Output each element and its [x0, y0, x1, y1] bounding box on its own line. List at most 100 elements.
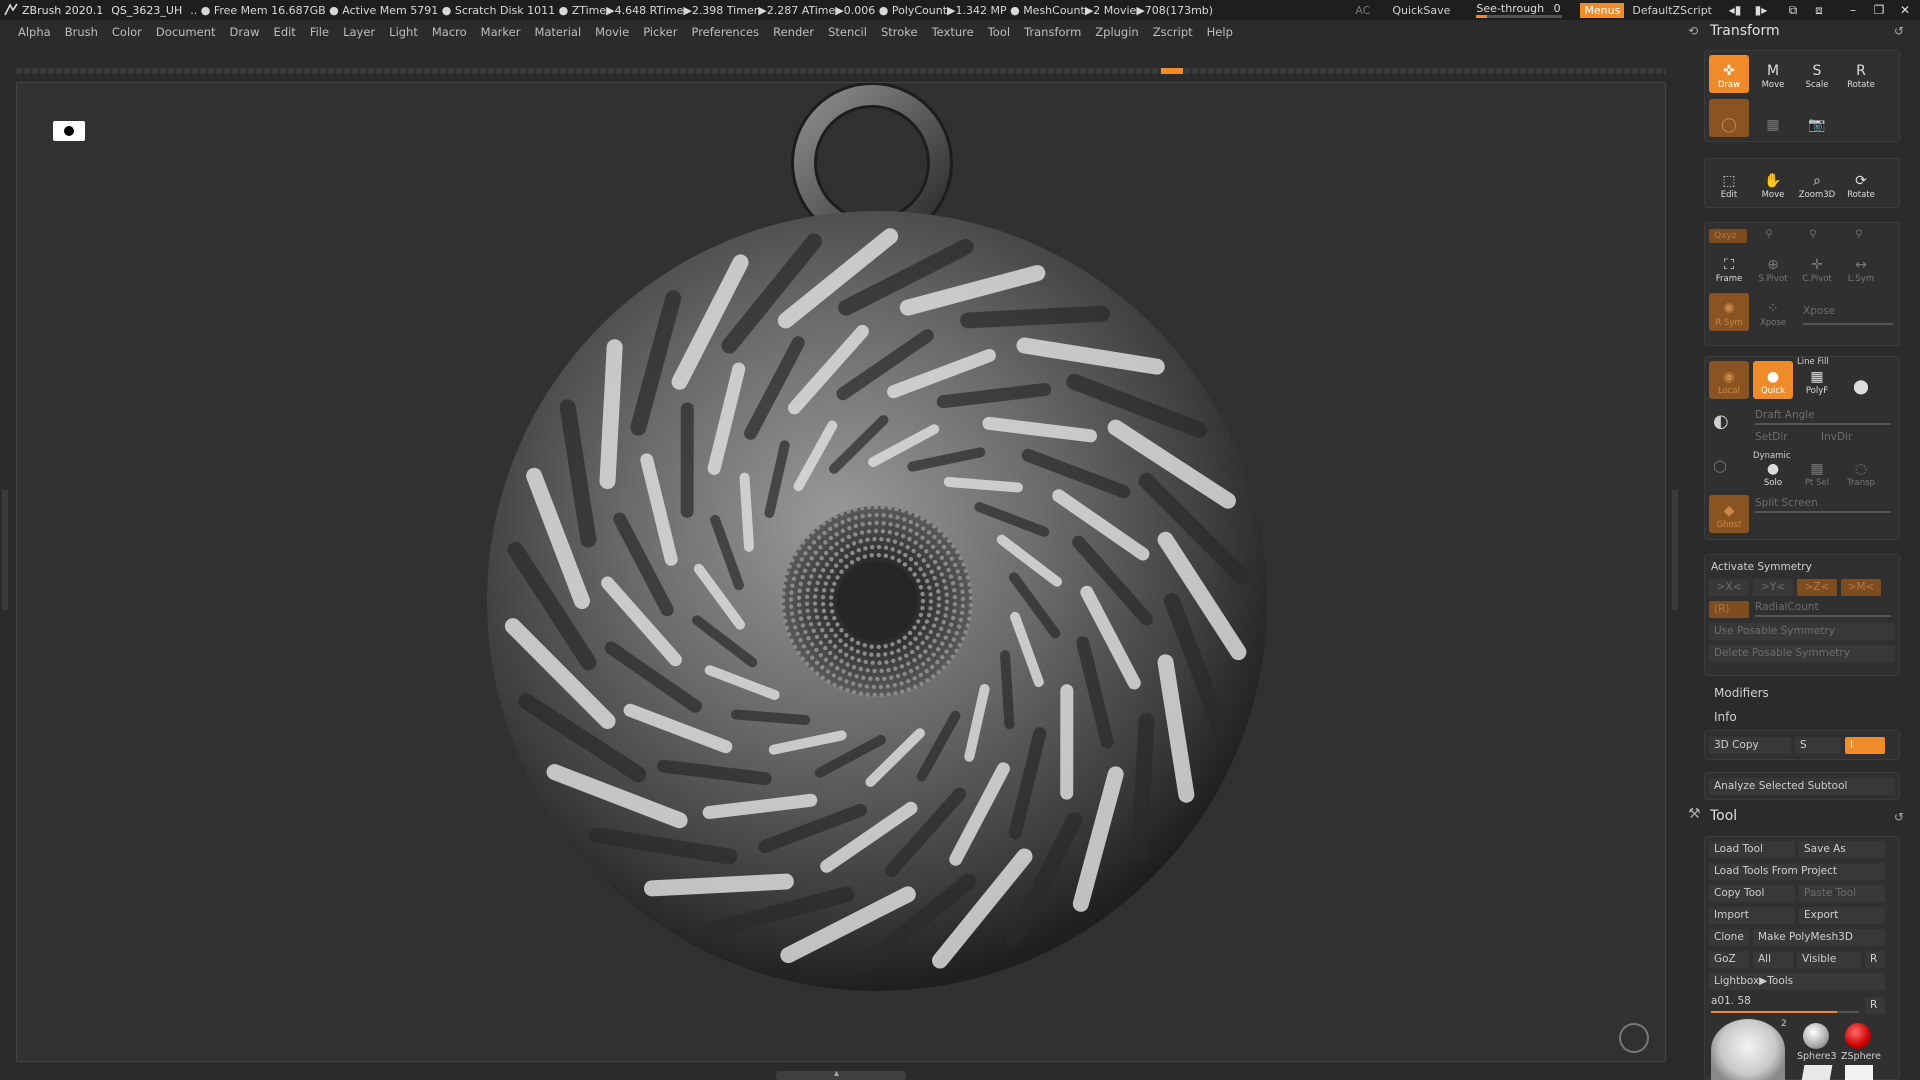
see-through-slider[interactable]: See-through 0	[1476, 2, 1563, 18]
sym-y-button[interactable]: >Y<	[1753, 579, 1793, 596]
menu-zplugin[interactable]: Zplugin	[1095, 25, 1138, 39]
goz-all-button[interactable]: All	[1753, 951, 1793, 968]
menu-alpha[interactable]: Alpha	[18, 25, 51, 39]
modifiers-header[interactable]: Modifiers	[1714, 686, 1769, 700]
goz-button[interactable]: GoZ	[1709, 951, 1749, 968]
pan-button[interactable]: ✋ Move	[1753, 165, 1793, 203]
draw-button[interactable]: ✜ Draw	[1709, 55, 1749, 93]
menu-transform[interactable]: Transform	[1024, 25, 1081, 39]
menu-tool[interactable]: Tool	[988, 25, 1010, 39]
menu-file[interactable]: File	[310, 25, 329, 39]
copy-s-button[interactable]: S	[1795, 737, 1841, 754]
sym-x-button[interactable]: >X<	[1709, 579, 1749, 596]
use-posable-symmetry-button[interactable]: Use Posable Symmetry	[1709, 623, 1895, 640]
plane-thumbnail[interactable]	[1801, 1065, 1833, 1080]
menu-zscript[interactable]: Zscript	[1153, 25, 1193, 39]
gyro-button[interactable]: ◯	[1709, 99, 1749, 137]
transform-reset-icon[interactable]: ↺	[1894, 24, 1904, 38]
menu-material[interactable]: Material	[534, 25, 581, 39]
edit-mesh-button[interactable]: ▦	[1753, 99, 1793, 137]
menu-draw[interactable]: Draw	[230, 25, 260, 39]
import-button[interactable]: Import	[1709, 907, 1795, 924]
menu-marker[interactable]: Marker	[481, 25, 521, 39]
local-button[interactable]: ◉ Local	[1709, 361, 1749, 399]
bottom-tray-handle[interactable]: ▴	[776, 1068, 906, 1080]
menu-layer[interactable]: Layer	[343, 25, 375, 39]
tool-thumbnail-pendant[interactable]	[1711, 1019, 1785, 1080]
palette-icon[interactable]: ⧈	[1810, 3, 1828, 18]
menu-help[interactable]: Help	[1207, 25, 1233, 39]
zoom3d-button[interactable]: ⌕ Zoom3D	[1797, 165, 1837, 203]
move-button[interactable]: M Move	[1753, 55, 1793, 93]
cpivot-button[interactable]: ✛ C.Pivot	[1797, 249, 1837, 287]
navigation-gizmo-icon[interactable]	[1619, 1023, 1649, 1053]
menu-movie[interactable]: Movie	[595, 25, 629, 39]
minimize-icon[interactable]: –	[1844, 3, 1862, 17]
material-sphere-button[interactable]: ⬤	[1841, 361, 1881, 399]
rotate3d-button[interactable]: ⟳ Rotate	[1841, 165, 1881, 203]
copy-i-button[interactable]: I	[1845, 737, 1885, 754]
canvas-viewport[interactable]	[16, 82, 1666, 1062]
cube-thumbnail[interactable]	[1845, 1065, 1873, 1080]
tool-reset-icon[interactable]: ↺	[1894, 810, 1904, 824]
menu-render[interactable]: Render	[773, 25, 814, 39]
lsym-button[interactable]: ↔ L.Sym	[1841, 249, 1881, 287]
menu-macro[interactable]: Macro	[432, 25, 467, 39]
split-screen-slider[interactable]	[1755, 511, 1891, 513]
menu-preferences[interactable]: Preferences	[691, 25, 759, 39]
close-icon[interactable]: ✕	[1896, 3, 1914, 17]
draft-analysis-icon[interactable]: ◐	[1713, 411, 1729, 432]
floating-window-icon[interactable]: ⧉	[1784, 3, 1802, 18]
export-button[interactable]: Export	[1799, 907, 1885, 924]
transp-button[interactable]: ◌ Transp	[1841, 457, 1881, 491]
cube-icon[interactable]: ⬡	[1713, 457, 1727, 476]
layout-next-icon[interactable]: ▮▸	[1752, 3, 1770, 17]
ac-indicator[interactable]: AC	[1355, 4, 1370, 17]
menu-picker[interactable]: Picker	[643, 25, 677, 39]
menu-color[interactable]: Color	[112, 25, 142, 39]
lightbox-tools-button[interactable]: Lightbox▶Tools	[1709, 973, 1885, 990]
activate-symmetry-button[interactable]: Activate Symmetry	[1711, 561, 1812, 573]
radial-r-button[interactable]: (R)	[1709, 601, 1749, 618]
invdir-button[interactable]: InvDir	[1821, 431, 1852, 443]
draft-angle-slider[interactable]	[1755, 423, 1891, 425]
lock-icon[interactable]: ⚲	[1765, 228, 1773, 240]
load-tool-button[interactable]: Load Tool	[1709, 841, 1795, 858]
tool-title[interactable]: Tool	[1710, 808, 1737, 824]
setdir-button[interactable]: SetDir	[1755, 431, 1788, 443]
info-header[interactable]: Info	[1714, 710, 1737, 724]
menu-edit[interactable]: Edit	[274, 25, 296, 39]
menu-brush[interactable]: Brush	[65, 25, 98, 39]
xyz-button[interactable]: Qxyz	[1709, 229, 1747, 243]
frame-button[interactable]: ⛶ Frame	[1709, 249, 1749, 287]
restore-icon[interactable]: ❐	[1870, 3, 1888, 17]
rsym-button[interactable]: ✺ R Sym	[1709, 293, 1749, 331]
quicksave-button[interactable]: QuickSave	[1392, 4, 1450, 17]
make-polymesh3d-button[interactable]: Make PolyMesh3D	[1753, 929, 1885, 946]
transform-title[interactable]: Transform	[1710, 23, 1780, 39]
sym-z-button[interactable]: >Z<	[1797, 579, 1837, 596]
menu-document[interactable]: Document	[156, 25, 216, 39]
ptsel-button[interactable]: ▦ Pt Sel	[1797, 457, 1837, 491]
ghost-button[interactable]: ◆ Ghost	[1709, 495, 1749, 533]
quick-button[interactable]: ● Quick	[1753, 361, 1793, 399]
xpose-slider[interactable]	[1803, 323, 1893, 325]
copy-tool-button[interactable]: Copy Tool	[1709, 885, 1795, 902]
timeline-marker[interactable]	[1161, 68, 1183, 74]
zsphere-thumbnail[interactable]	[1845, 1023, 1871, 1049]
rotate-button[interactable]: R Rotate	[1841, 55, 1881, 93]
menu-stencil[interactable]: Stencil	[828, 25, 867, 39]
refresh-icon[interactable]: ⟲	[1688, 24, 1698, 38]
analyze-selected-subtool-button[interactable]: Analyze Selected Subtool	[1709, 778, 1895, 795]
menus-toggle-button[interactable]: Menus	[1580, 2, 1625, 18]
menu-texture[interactable]: Texture	[932, 25, 974, 39]
solo-button[interactable]: ● Solo	[1753, 457, 1793, 491]
timeline-strip[interactable]	[16, 68, 1666, 74]
snapshot-button[interactable]: 📷	[1797, 99, 1837, 137]
goz-visible-button[interactable]: Visible	[1797, 951, 1861, 968]
load-tools-from-project-button[interactable]: Load Tools From Project	[1709, 863, 1885, 880]
radial-count-slider[interactable]	[1755, 615, 1891, 617]
right-tray-handle[interactable]	[1672, 490, 1678, 610]
edit-button[interactable]: ⬚ Edit	[1709, 165, 1749, 203]
menu-stroke[interactable]: Stroke	[881, 25, 918, 39]
